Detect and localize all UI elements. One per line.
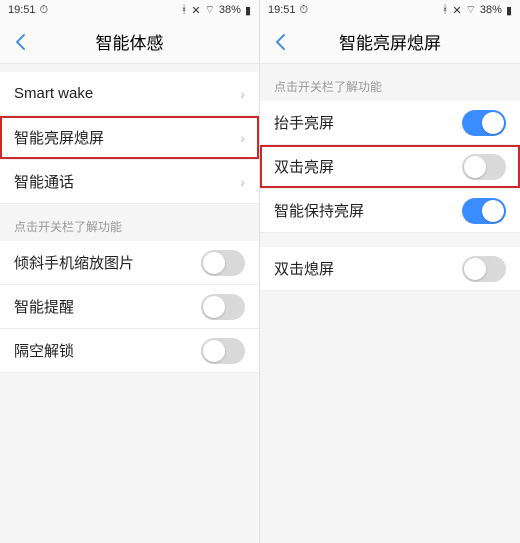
battery-pct: 38% (219, 4, 241, 16)
nav-bar: 智能亮屏熄屏 (260, 20, 520, 64)
page-title: 智能亮屏熄屏 (260, 29, 520, 54)
item-label: 智能提醒 (14, 296, 74, 317)
item-label: 抬手亮屏 (274, 112, 334, 133)
toggle-raise-to-wake[interactable] (462, 110, 506, 136)
battery-icon: ▮ (245, 4, 251, 17)
item-label: 隔空解锁 (14, 340, 74, 361)
left-panel: 19:51 ⏱ ᚼ ✕ ⌔ 38% ▮ 智能体感 Smart wake › (0, 0, 260, 543)
toggle-double-tap-wake[interactable] (462, 154, 506, 180)
item-screen-on-off[interactable]: 智能亮屏熄屏 › (0, 116, 259, 160)
back-button[interactable] (8, 30, 32, 54)
section-header: 点击开关栏了解功能 (260, 64, 520, 101)
item-double-tap-off[interactable]: 双击熄屏 (260, 247, 520, 291)
chevron-right-icon: › (240, 130, 245, 146)
item-label: 智能通话 (14, 171, 74, 192)
wifi-icon: ⌔ (205, 3, 215, 17)
mute-icon: ✕ (452, 4, 461, 17)
toggle-tilt-zoom[interactable] (201, 250, 245, 276)
toggle-list-1: 抬手亮屏 双击亮屏 智能保持亮屏 (260, 101, 520, 233)
chevron-left-icon (14, 33, 26, 51)
status-bar: 19:51 ⏱ ᚼ ✕ ⌔ 38% ▮ (260, 0, 520, 20)
chevron-left-icon (274, 33, 286, 51)
toggle-smart-keep-on[interactable] (462, 198, 506, 224)
back-button[interactable] (268, 30, 292, 54)
status-bar: 19:51 ⏱ ᚼ ✕ ⌔ 38% ▮ (0, 0, 259, 20)
item-tilt-zoom[interactable]: 倾斜手机缩放图片 (0, 241, 259, 285)
toggle-list: 倾斜手机缩放图片 智能提醒 隔空解锁 (0, 241, 259, 373)
item-air-unlock[interactable]: 隔空解锁 (0, 329, 259, 373)
item-label: 智能亮屏熄屏 (14, 127, 104, 148)
bluetooth-icon: ᚼ (181, 4, 188, 16)
chevron-right-icon: › (240, 174, 245, 190)
item-label: 智能保持亮屏 (274, 200, 364, 221)
item-smart-keep-on[interactable]: 智能保持亮屏 (260, 189, 520, 233)
nav-bar: 智能体感 (0, 20, 259, 64)
toggle-smart-remind[interactable] (201, 294, 245, 320)
item-label: 双击亮屏 (274, 156, 334, 177)
status-time: 19:51 (268, 4, 296, 16)
toggle-list-2: 双击熄屏 (260, 247, 520, 291)
toggle-double-tap-off[interactable] (462, 256, 506, 282)
alarm-icon: ⏱ (40, 4, 49, 17)
chevron-right-icon: › (240, 86, 245, 102)
item-label: 双击熄屏 (274, 258, 334, 279)
item-double-tap-wake[interactable]: 双击亮屏 (260, 145, 520, 189)
item-label: 倾斜手机缩放图片 (14, 252, 134, 273)
item-smart-call[interactable]: 智能通话 › (0, 160, 259, 204)
alarm-icon: ⏱ (300, 4, 309, 17)
battery-icon: ▮ (506, 4, 512, 17)
mute-icon: ✕ (191, 4, 200, 17)
status-time: 19:51 (8, 4, 36, 16)
item-raise-to-wake[interactable]: 抬手亮屏 (260, 101, 520, 145)
page-title: 智能体感 (0, 29, 259, 54)
toggle-air-unlock[interactable] (201, 338, 245, 364)
item-smart-remind[interactable]: 智能提醒 (0, 285, 259, 329)
section-header: 点击开关栏了解功能 (0, 204, 259, 241)
right-panel: 19:51 ⏱ ᚼ ✕ ⌔ 38% ▮ 智能亮屏熄屏 点击开关栏了解功能 抬手亮… (260, 0, 520, 543)
bluetooth-icon: ᚼ (442, 4, 449, 16)
link-list: Smart wake › 智能亮屏熄屏 › 智能通话 › (0, 72, 259, 204)
battery-pct: 38% (480, 4, 502, 16)
wifi-icon: ⌔ (466, 3, 476, 17)
item-label: Smart wake (14, 85, 93, 102)
item-smart-wake[interactable]: Smart wake › (0, 72, 259, 116)
